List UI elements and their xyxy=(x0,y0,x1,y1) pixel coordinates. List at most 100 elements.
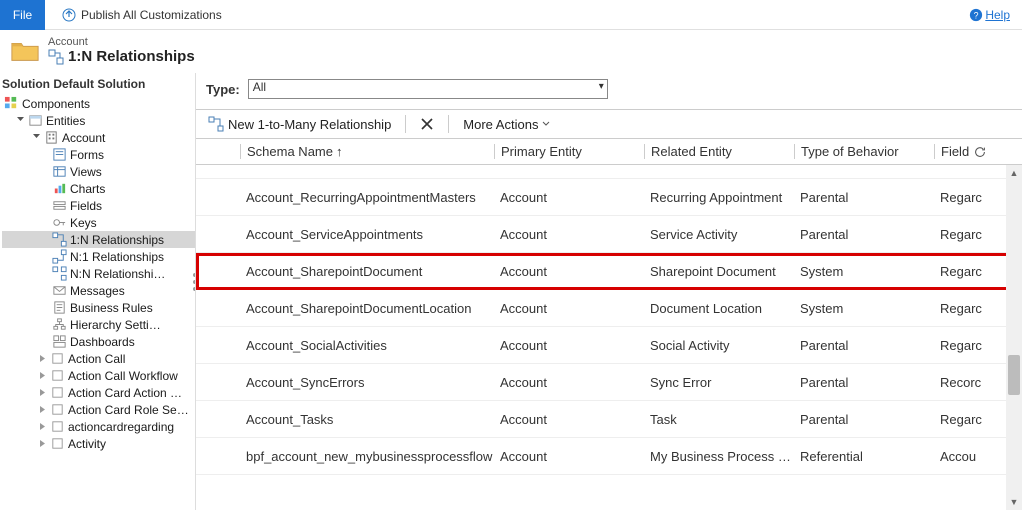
cell-schema: bpf_account_new_mybusinessprocessflow xyxy=(240,449,494,464)
relationship-icon xyxy=(208,116,224,132)
action-card-label: Action Card Action … xyxy=(68,386,182,400)
messages-label: Messages xyxy=(70,284,125,298)
cell-related: My Business Process F… xyxy=(644,449,794,464)
cell-schema: Account_SharepointDocument xyxy=(240,264,494,279)
delete-button[interactable] xyxy=(414,115,440,133)
tree-node-action-card-role[interactable]: Action Card Role Se… xyxy=(2,401,195,418)
page-title: 1:N Relationships xyxy=(48,48,195,65)
tree-node-nn-relationships[interactable]: N:N Relationshi… xyxy=(2,265,195,282)
component-tree: Components Entities Account Forms Views … xyxy=(0,95,195,452)
table-row[interactable]: Account_SocialActivitiesAccountSocial Ac… xyxy=(196,327,1022,364)
table-row[interactable]: Account_TasksAccountTaskParentalRegarc xyxy=(196,401,1022,438)
cell-behavior: Parental xyxy=(794,190,934,205)
scroll-up-arrow[interactable]: ▲ xyxy=(1006,165,1022,181)
cell-schema: Account_ServiceAppointments xyxy=(240,227,494,242)
table-row[interactable]: Account_SharepointDocumentAccountSharepo… xyxy=(196,253,1022,290)
entity-icon xyxy=(50,419,65,434)
expander-icon[interactable] xyxy=(38,388,47,397)
tree-node-1n-relationships[interactable]: 1:N Relationships xyxy=(2,231,195,248)
table-row[interactable]: Account_SharepointDocumentLocationAccoun… xyxy=(196,290,1022,327)
cell-behavior: Referential xyxy=(794,449,934,464)
col-header-field[interactable]: Field xyxy=(934,144,1022,159)
content-area: Type: All New 1-to-Many Relationship Mor… xyxy=(196,73,1022,510)
type-label: Type: xyxy=(206,82,240,97)
keys-label: Keys xyxy=(70,216,97,230)
table-row[interactable]: Account_ServiceAppointmentsAccountServic… xyxy=(196,216,1022,253)
file-menu-button[interactable]: File xyxy=(0,0,45,30)
cell-behavior: Parental xyxy=(794,412,934,427)
br-label: Business Rules xyxy=(70,301,153,315)
tree-node-actioncardreg[interactable]: actioncardregarding xyxy=(2,418,195,435)
tree-node-entities[interactable]: Entities xyxy=(2,112,195,129)
col-header-behavior[interactable]: Type of Behavior xyxy=(794,144,934,159)
table-row[interactable]: bpf_account_new_mybusinessprocessflowAcc… xyxy=(196,438,1022,475)
tree-node-n1-relationships[interactable]: N:1 Relationships xyxy=(2,248,195,265)
tree-node-action-call-wf[interactable]: Action Call Workflow xyxy=(2,367,195,384)
cell-schema: Account_Tasks xyxy=(240,412,494,427)
entity-breadcrumb: Account xyxy=(48,36,195,48)
refresh-icon[interactable] xyxy=(973,145,987,159)
solution-title: Solution Default Solution xyxy=(0,75,195,95)
publish-label: Publish All Customizations xyxy=(81,8,222,22)
col-header-primary[interactable]: Primary Entity xyxy=(494,144,644,159)
help-link[interactable]: ? Help xyxy=(969,8,1010,22)
new-relationship-button[interactable]: New 1-to-Many Relationship xyxy=(202,114,397,134)
scroll-thumb[interactable] xyxy=(1008,355,1020,395)
col-header-related[interactable]: Related Entity xyxy=(644,144,794,159)
tree-node-action-call[interactable]: Action Call xyxy=(2,350,195,367)
solution-sidebar: Solution Default Solution Components Ent… xyxy=(0,73,196,510)
hier-label: Hierarchy Setti… xyxy=(70,318,161,332)
tree-node-messages[interactable]: Messages xyxy=(2,282,195,299)
expander-icon[interactable] xyxy=(38,371,47,380)
tree-node-business-rules[interactable]: Business Rules xyxy=(2,299,195,316)
publish-all-button[interactable]: Publish All Customizations xyxy=(55,5,228,25)
expander-icon[interactable] xyxy=(32,133,41,142)
entity-icon xyxy=(50,385,65,400)
expander-icon[interactable] xyxy=(38,439,47,448)
relationship-icon xyxy=(52,266,67,281)
col-header-schema[interactable]: Schema Name ↑ xyxy=(240,144,494,159)
cell-primary: Account xyxy=(494,264,644,279)
expander-icon[interactable] xyxy=(38,354,47,363)
activity-label: Activity xyxy=(68,437,106,451)
entities-label: Entities xyxy=(46,114,85,128)
tree-node-account[interactable]: Account xyxy=(2,129,195,146)
tree-node-hierarchy[interactable]: Hierarchy Setti… xyxy=(2,316,195,333)
entity-icon xyxy=(50,351,65,366)
expander-icon[interactable] xyxy=(38,422,47,431)
relationship-icon xyxy=(52,249,67,264)
cell-related: Sharepoint Document xyxy=(644,264,794,279)
tree-node-charts[interactable]: Charts xyxy=(2,180,195,197)
more-actions-button[interactable]: More Actions xyxy=(457,115,556,134)
table-row[interactable]: Account_SyncErrorsAccountSync ErrorParen… xyxy=(196,364,1022,401)
action-card-role-label: Action Card Role Se… xyxy=(68,403,189,417)
expander-icon[interactable] xyxy=(16,116,25,125)
delete-icon xyxy=(420,117,434,131)
tree-node-components[interactable]: Components xyxy=(2,95,195,112)
account-label: Account xyxy=(62,131,105,145)
vertical-scrollbar[interactable]: ▲ ▼ xyxy=(1006,165,1022,510)
charts-icon xyxy=(52,181,67,196)
tree-node-views[interactable]: Views xyxy=(2,163,195,180)
cell-primary: Account xyxy=(494,375,644,390)
help-label: Help xyxy=(985,8,1010,22)
tree-node-forms[interactable]: Forms xyxy=(2,146,195,163)
tree-node-dashboards[interactable]: Dashboards xyxy=(2,333,195,350)
relationship-icon xyxy=(52,232,67,247)
scroll-down-arrow[interactable]: ▼ xyxy=(1006,494,1022,510)
cell-behavior: System xyxy=(794,264,934,279)
tree-node-action-card[interactable]: Action Card Action … xyxy=(2,384,195,401)
forms-label: Forms xyxy=(70,148,104,162)
cell-schema: Account_SocialActivities xyxy=(240,338,494,353)
entity-icon xyxy=(50,436,65,451)
tree-node-keys[interactable]: Keys xyxy=(2,214,195,231)
tree-node-activity[interactable]: Activity xyxy=(2,435,195,452)
grid-header-row: Schema Name ↑ Primary Entity Related Ent… xyxy=(196,139,1022,165)
dashboards-icon xyxy=(52,334,67,349)
type-select[interactable]: All xyxy=(248,79,608,99)
acr-label: actioncardregarding xyxy=(68,420,174,434)
tree-node-fields[interactable]: Fields xyxy=(2,197,195,214)
table-row[interactable]: Account_RecurringAppointmentMastersAccou… xyxy=(196,179,1022,216)
expander-icon[interactable] xyxy=(38,405,47,414)
components-label: Components xyxy=(22,97,90,111)
